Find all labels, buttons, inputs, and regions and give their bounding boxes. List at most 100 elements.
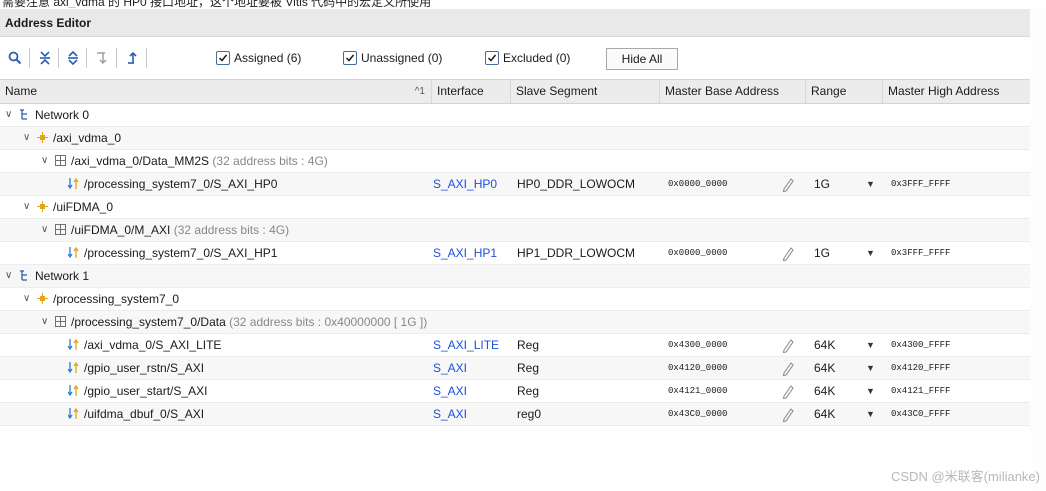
slave-segment-icon <box>67 407 80 420</box>
edit-pencil-icon[interactable] <box>782 357 794 382</box>
chevron-down-icon[interactable]: ∨ <box>41 150 51 172</box>
dropdown-arrow-icon[interactable]: ▼ <box>866 357 875 379</box>
row-name: /axi_vdma_0/Data_MM2S (32 address bits :… <box>71 150 328 172</box>
table-row[interactable]: ∨ /uiFDMA_0 <box>0 196 1030 219</box>
chevron-down-icon[interactable]: ∨ <box>23 127 33 149</box>
assigned-filter-label: Assigned (6) <box>234 51 302 65</box>
chevron-down-icon[interactable]: ∨ <box>5 265 15 287</box>
dropdown-arrow-icon[interactable]: ▼ <box>866 334 875 356</box>
unassigned-filter-checkbox[interactable]: Unassigned (0) <box>343 50 442 66</box>
row-name-text: /processing_system7_0 <box>53 292 180 306</box>
master-base-address[interactable]: 0x4300_0000 <box>668 334 727 356</box>
master-base-address[interactable]: 0x4121_0000 <box>668 380 727 402</box>
column-header-master-high[interactable]: Master High Address <box>883 80 1030 103</box>
unassigned-filter-label: Unassigned (0) <box>361 51 443 65</box>
edit-pencil-icon[interactable] <box>782 380 794 405</box>
row-name: /axi_vdma_0 <box>53 127 121 149</box>
master-high-address: 0x43C0_FFFF <box>891 409 951 419</box>
master-high-address: 0x4300_FFFF <box>891 340 951 350</box>
master-high-address: 0x4120_FFFF <box>891 363 951 373</box>
table-row[interactable]: /gpio_user_start/S_AXI S_AXI Reg 0x4121_000… <box>0 380 1030 403</box>
master-icon <box>37 293 48 305</box>
table-row[interactable]: ∨ /processing_system7_0 <box>0 288 1030 311</box>
toolbar-separator <box>58 48 59 68</box>
column-header-name[interactable]: Name ^1 <box>0 80 432 103</box>
chevron-down-icon[interactable]: ∨ <box>41 311 51 333</box>
excluded-filter-checkbox[interactable]: Excluded (0) <box>485 50 570 66</box>
hide-all-button[interactable]: Hide All <box>606 48 678 70</box>
range-select[interactable]: 64K <box>814 380 835 402</box>
dropdown-arrow-icon[interactable]: ▼ <box>866 380 875 402</box>
expand-all-icon[interactable] <box>64 49 82 67</box>
table-row[interactable]: ∨ Network 0 <box>0 104 1030 127</box>
edit-pencil-icon[interactable] <box>782 334 794 359</box>
table-row[interactable]: /processing_system7_0/S_AXI_HP1 S_AXI_HP1… <box>0 242 1030 265</box>
row-name: /processing_system7_0/S_AXI_HP0 <box>84 173 277 195</box>
row-name-text: /axi_vdma_0 <box>53 131 122 145</box>
panel-title: Address Editor <box>5 16 92 30</box>
toolbar-separator <box>29 48 30 68</box>
column-header-interface[interactable]: Interface <box>432 80 511 103</box>
row-name: /uiFDMA_0 <box>53 196 113 218</box>
slave-segment: Reg <box>517 361 540 375</box>
column-header-master-base[interactable]: Master Base Address <box>660 80 806 103</box>
range-select[interactable]: 1G <box>814 173 830 195</box>
range-select[interactable]: 64K <box>814 334 835 356</box>
interface-link[interactable]: S_AXI <box>433 357 467 379</box>
collapse-all-icon[interactable] <box>36 49 54 67</box>
table-row[interactable]: ∨ /uiFDMA_0/M_AXI (32 address bits : 4G) <box>0 219 1030 242</box>
panel-titlebar: Address Editor <box>0 9 1030 37</box>
master-base-address[interactable]: 0x0000_0000 <box>668 173 727 195</box>
chevron-down-icon[interactable]: ∨ <box>23 288 33 310</box>
row-name-text: /processing_system7_0/S_AXI_HP1 <box>84 246 278 260</box>
table-row[interactable]: /gpio_user_rstn/S_AXI S_AXI Reg 0x4120_0000… <box>0 357 1030 380</box>
row-name-text: /axi_vdma_0/Data_MM2S <box>71 154 210 168</box>
slave-segment-icon <box>67 384 80 397</box>
vertical-scrollbar[interactable] <box>1030 9 1046 491</box>
master-base-address[interactable]: 0x43C0_0000 <box>668 403 727 425</box>
master-base-address[interactable]: 0x0000_0000 <box>668 242 727 264</box>
export-icon[interactable] <box>123 49 141 67</box>
interface-link[interactable]: S_AXI_HP1 <box>433 242 497 264</box>
range-select[interactable]: 64K <box>814 403 835 425</box>
chevron-down-icon[interactable]: ∨ <box>23 196 33 218</box>
range-select[interactable]: 1G <box>814 242 830 264</box>
row-name: /processing_system7_0 <box>53 288 179 310</box>
checkmark-icon <box>485 51 499 65</box>
row-name-text: /processing_system7_0/Data <box>71 315 226 329</box>
assigned-filter-checkbox[interactable]: Assigned (6) <box>216 50 301 66</box>
edit-pencil-icon[interactable] <box>782 242 794 267</box>
dropdown-arrow-icon[interactable]: ▼ <box>866 403 875 425</box>
search-icon[interactable] <box>6 49 24 67</box>
dropdown-arrow-icon[interactable]: ▼ <box>866 242 875 264</box>
toolbar-separator <box>116 48 117 68</box>
range-select[interactable]: 64K <box>814 357 835 379</box>
table-header: Name ^1 Interface Slave Segment Master B… <box>0 79 1030 104</box>
edit-pencil-icon[interactable] <box>782 173 794 198</box>
network-icon <box>19 109 30 121</box>
master-base-address[interactable]: 0x4120_0000 <box>668 357 727 379</box>
table-row[interactable]: ∨ /axi_vdma_0 <box>0 127 1030 150</box>
row-name-text: /axi_vdma_0/S_AXI_LITE <box>84 338 222 352</box>
auto-assign-icon[interactable] <box>93 49 111 67</box>
table-row[interactable]: /processing_system7_0/S_AXI_HP0 S_AXI_HP0… <box>0 173 1030 196</box>
table-row[interactable]: /uifdma_dbuf_0/S_AXI S_AXI reg0 0x43C0_0000… <box>0 403 1030 426</box>
edit-pencil-icon[interactable] <box>782 403 794 428</box>
interface-link[interactable]: S_AXI_LITE <box>433 334 499 356</box>
row-name-text: Network 1 <box>35 269 90 283</box>
interface-link[interactable]: S_AXI <box>433 380 467 402</box>
column-header-slave-segment[interactable]: Slave Segment <box>511 80 660 103</box>
dropdown-arrow-icon[interactable]: ▼ <box>866 173 875 195</box>
row-name-text: /processing_system7_0/S_AXI_HP0 <box>84 177 278 191</box>
interface-link[interactable]: S_AXI_HP0 <box>433 173 497 195</box>
chevron-down-icon[interactable]: ∨ <box>5 104 15 126</box>
table-row[interactable]: ∨ /processing_system7_0/Data (32 address … <box>0 311 1030 334</box>
table-row[interactable]: /axi_vdma_0/S_AXI_LITE S_AXI_LITE Reg 0x430… <box>0 334 1030 357</box>
row-name-text: Network 0 <box>35 108 90 122</box>
column-header-range[interactable]: Range <box>806 80 883 103</box>
row-name: /processing_system7_0/S_AXI_HP1 <box>84 242 277 264</box>
table-row[interactable]: ∨ Network 1 <box>0 265 1030 288</box>
interface-link[interactable]: S_AXI <box>433 403 467 425</box>
chevron-down-icon[interactable]: ∨ <box>41 219 51 241</box>
table-row[interactable]: ∨ /axi_vdma_0/Data_MM2S (32 address bits … <box>0 150 1030 173</box>
